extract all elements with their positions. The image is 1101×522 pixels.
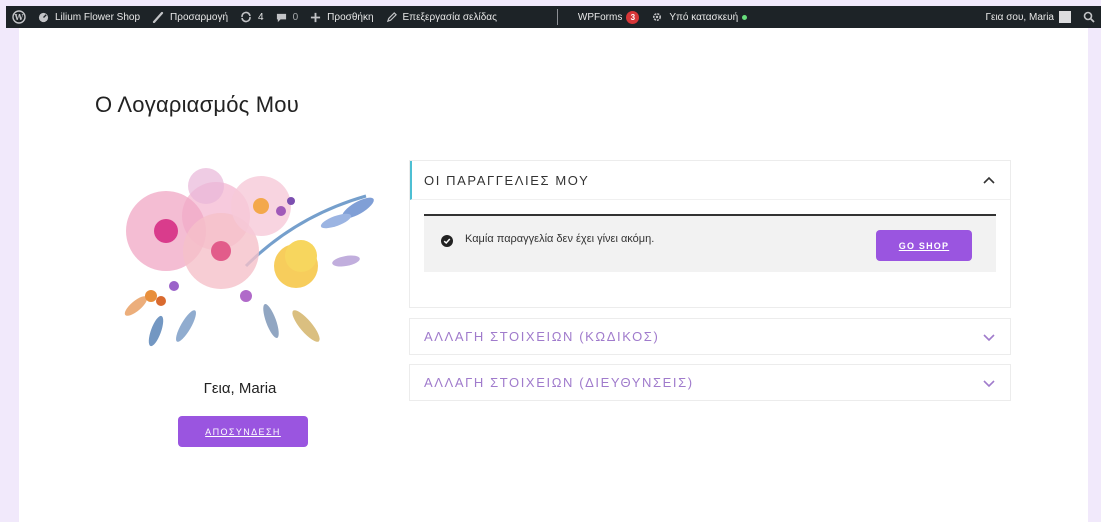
go-shop-button[interactable]: GO SHOP bbox=[876, 230, 972, 261]
maintenance-link[interactable]: Υπό κατασκευή bbox=[645, 6, 753, 28]
user-greeting-text: Γεια, Maria bbox=[203, 380, 277, 397]
status-dot bbox=[742, 14, 748, 20]
dashboard-icon bbox=[38, 12, 49, 22]
chevron-down-icon bbox=[983, 333, 995, 341]
change-addresses-panel-title: ΑΛΛΑΓΗ ΣΤΟΙΧΕΙΩΝ (ΔΙΕΥΘΥΝΣΕΙΣ) bbox=[424, 375, 694, 390]
orders-panel: ΟΙ ΠΑΡΑΓΓΕΛΙΕΣ ΜΟΥ Καμία παραγγελία δεν … bbox=[409, 160, 1011, 308]
user-greeting: Γεια σου, Maria bbox=[985, 11, 1054, 23]
admin-bar-divider bbox=[556, 9, 558, 25]
maintenance-label: Υπό κατασκευή bbox=[669, 11, 739, 23]
site-name: Lilium Flower Shop bbox=[55, 11, 141, 23]
gear-icon bbox=[653, 12, 662, 22]
comments-link[interactable]: 0 bbox=[270, 6, 305, 28]
orders-panel-title: ΟΙ ΠΑΡΑΓΓΕΛΙΕΣ ΜΟΥ bbox=[424, 172, 590, 188]
search-button[interactable] bbox=[1077, 6, 1101, 28]
chevron-up-icon bbox=[983, 176, 995, 184]
admin-bar: W Lilium Flower Shop Προσαρμογή 4 0 Προσ… bbox=[6, 6, 1101, 28]
edit-page-link[interactable]: Επεξεργασία σελίδας bbox=[380, 6, 503, 28]
change-addresses-panel: ΑΛΛΑΓΗ ΣΤΟΙΧΕΙΩΝ (ΔΙΕΥΘΥΝΣΕΙΣ) bbox=[409, 364, 1011, 401]
wpforms-label: WPForms bbox=[577, 11, 623, 23]
orders-panel-header[interactable]: ΟΙ ΠΑΡΑΓΓΕΛΙΕΣ ΜΟΥ bbox=[410, 161, 1010, 200]
updates-link[interactable]: 4 bbox=[234, 6, 270, 28]
logout-button[interactable]: ΑΠΟΣΥΝΔΕΣΗ bbox=[178, 416, 308, 447]
change-addresses-panel-header[interactable]: ΑΛΛΑΓΗ ΣΤΟΙΧΕΙΩΝ (ΔΙΕΥΘΥΝΣΕΙΣ) bbox=[410, 365, 1010, 400]
no-orders-message: Καμία παραγγελία δεν έχει γίνει ακόμη. bbox=[465, 233, 655, 245]
change-password-panel: ΑΛΛΑΓΗ ΣΤΟΙΧΕΙΩΝ (ΚΩΔΙΚΟΣ) bbox=[409, 318, 1011, 355]
pencil-icon bbox=[386, 11, 397, 22]
edit-page-label: Επεξεργασία σελίδας bbox=[402, 11, 497, 23]
wpforms-link[interactable]: WPForms 3 bbox=[572, 6, 645, 28]
plus-icon bbox=[311, 12, 321, 22]
customize-link[interactable]: Προσαρμογή bbox=[146, 6, 234, 28]
no-orders-notice: Καμία παραγγελία δεν έχει γίνει ακόμη. G… bbox=[424, 214, 996, 272]
wordpress-logo-icon[interactable]: W bbox=[6, 6, 32, 28]
change-password-panel-title: ΑΛΛΑΓΗ ΣΤΟΙΧΕΙΩΝ (ΚΩΔΙΚΟΣ) bbox=[424, 329, 660, 344]
brush-icon bbox=[152, 11, 164, 23]
check-circle-icon bbox=[441, 235, 453, 247]
new-content-link[interactable]: Προσθήκη bbox=[304, 6, 379, 28]
my-account-link[interactable]: Γεια σου, Maria bbox=[979, 6, 1077, 28]
comment-icon bbox=[276, 13, 286, 22]
updates-count: 4 bbox=[258, 11, 264, 23]
new-label: Προσθήκη bbox=[327, 11, 374, 23]
search-icon bbox=[1083, 11, 1095, 23]
comments-count: 0 bbox=[292, 11, 299, 23]
updates-icon bbox=[241, 11, 251, 23]
svg-text:W: W bbox=[14, 12, 25, 22]
wpforms-badge: 3 bbox=[626, 10, 640, 24]
avatar bbox=[1059, 11, 1071, 23]
chevron-down-icon bbox=[983, 379, 995, 387]
customize-label: Προσαρμογή bbox=[170, 11, 229, 23]
flower-bouquet-image bbox=[124, 168, 374, 347]
site-name-link[interactable]: Lilium Flower Shop bbox=[32, 6, 146, 28]
page-title: Ο Λογαριασμός Μου bbox=[95, 92, 299, 117]
change-password-panel-header[interactable]: ΑΛΛΑΓΗ ΣΤΟΙΧΕΙΩΝ (ΚΩΔΙΚΟΣ) bbox=[410, 319, 1010, 354]
